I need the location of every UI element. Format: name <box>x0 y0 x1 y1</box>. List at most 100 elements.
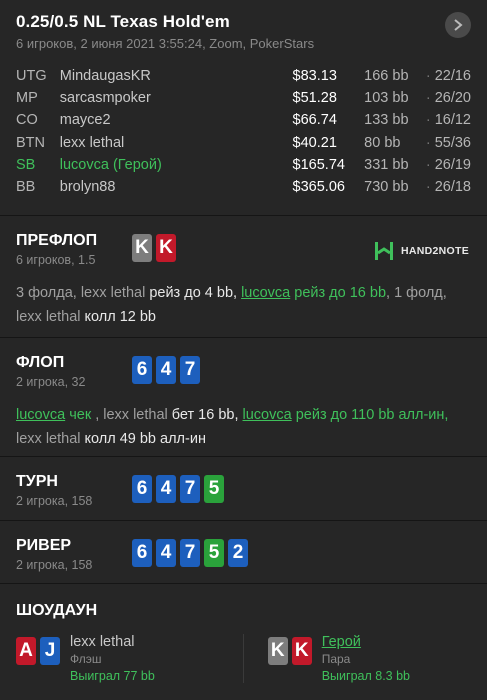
player-stats: 55/36 <box>434 134 471 151</box>
player-stack-bb: 166 bb <box>364 68 409 85</box>
card-club: 5 <box>204 475 224 503</box>
player-position: BB <box>16 179 36 196</box>
street-title: ПРЕФЛОП <box>16 232 98 249</box>
showdown-result: Выиграл 8.3 bb <box>321 669 410 683</box>
player-position: MP <box>16 90 38 107</box>
separator-dot: · <box>425 134 431 151</box>
card-diamond: 4 <box>156 356 176 384</box>
showdown-hero-hand: K K Герой Пара Выиграл 8.3 bb <box>242 634 471 683</box>
player-stack-bb: 331 bb <box>364 156 409 173</box>
player-row: BB brolyn88 $365.06 730 bb · 26/18 <box>16 176 471 198</box>
player-stack: $365.06 <box>292 179 345 196</box>
action-player-hero[interactable]: lucovca <box>16 407 65 423</box>
action-text: , 1 фолд, <box>386 285 447 301</box>
action-player[interactable]: lexx lethal <box>103 407 167 423</box>
player-row: CO mayce2 $66.74 133 bb · 16/12 <box>16 109 471 131</box>
hand2note-logo: HAND2NOTE <box>373 240 469 262</box>
hand2note-logo-text: HAND2NOTE <box>400 245 469 257</box>
chevron-right-icon <box>454 19 463 31</box>
card-heart: K <box>291 637 312 665</box>
player-name[interactable]: lexx lethal <box>60 135 293 151</box>
card-spade: K <box>267 637 288 665</box>
player-stats: 26/20 <box>434 90 471 107</box>
action-text-hero: рейз до 16 bb <box>290 285 387 301</box>
showdown-villain-hand: A J lexx lethal Флэш Выиграл 77 bb <box>16 634 243 683</box>
card-diamond: 6 <box>132 539 152 567</box>
players-table: UTG MindaugasKR $83.13 166 bb · 22/16 MP… <box>16 65 471 198</box>
action-text-hero: чек <box>65 407 92 423</box>
player-row: UTG MindaugasKR $83.13 166 bb · 22/16 <box>16 65 471 87</box>
hand2note-logo-icon <box>374 242 393 260</box>
street-subtitle: 6 игроков, 1.5 <box>16 253 96 267</box>
next-hand-button[interactable] <box>445 12 471 38</box>
player-position: BTN <box>16 134 45 151</box>
player-position: SB <box>16 156 36 173</box>
action-text: колл 12 bb <box>80 309 157 325</box>
board-cards: 6 4 7 5 <box>132 475 224 503</box>
action-text: 3 фолда, <box>16 285 81 301</box>
flop-actions: lucovca чек , lexx lethal бет 16 bb, luc… <box>16 403 471 451</box>
card-diamond: 4 <box>156 539 176 567</box>
street-subtitle: 2 игрока, 32 <box>16 375 86 389</box>
card-heart: A <box>16 637 36 665</box>
card-diamond: 4 <box>156 475 176 503</box>
showdown-hand-desc: Флэш <box>70 652 102 666</box>
player-name[interactable]: sarcasmpoker <box>60 90 293 106</box>
separator-dot: · <box>425 68 431 85</box>
card-diamond: 6 <box>132 475 152 503</box>
action-player[interactable]: lexx lethal <box>16 431 80 447</box>
card-spade: K <box>132 234 152 262</box>
card-diamond: 7 <box>180 539 200 567</box>
separator-dot: · <box>425 112 431 129</box>
player-stack: $66.74 <box>292 112 337 129</box>
player-position: UTG <box>16 68 47 85</box>
player-stats: 22/16 <box>434 68 471 85</box>
player-name[interactable]: lucovca (Герой) <box>60 157 293 173</box>
card-diamond: 7 <box>180 356 200 384</box>
player-stack-bb: 103 bb <box>364 90 409 107</box>
hole-cards: K K <box>132 234 176 262</box>
separator-dot: · <box>425 179 431 196</box>
street-title: ФЛОП <box>16 354 65 371</box>
action-player[interactable]: lexx lethal <box>16 309 80 325</box>
street-title: ТУРН <box>16 473 58 490</box>
action-text: , <box>91 407 104 423</box>
river-section: РИВЕР 2 игрока, 158 6 4 7 5 2 <box>0 521 487 584</box>
flop-section: ФЛОП 2 игрока, 32 6 4 7 lucovca чек , le… <box>0 338 487 457</box>
card-diamond: 2 <box>228 539 248 567</box>
card-diamond: 7 <box>180 475 200 503</box>
player-stack: $83.13 <box>292 68 337 85</box>
action-player-hero[interactable]: lucovca <box>241 285 290 301</box>
separator-dot: · <box>425 156 431 173</box>
hand-header: 0.25/0.5 NL Texas Hold'em 6 игроков, 2 и… <box>0 0 487 216</box>
card-diamond: 6 <box>132 356 152 384</box>
showdown-player-name-hero[interactable]: Герой <box>322 634 410 650</box>
street-subtitle: 2 игрока, 158 <box>16 558 93 572</box>
player-stack-bb: 730 bb <box>364 179 409 196</box>
board-cards: 6 4 7 5 2 <box>132 539 248 567</box>
showdown-player-name[interactable]: lexx lethal <box>70 634 155 650</box>
preflop-actions: 3 фолда, lexx lethal рейз до 4 bb, lucov… <box>16 281 471 329</box>
board-cards: 6 4 7 <box>132 356 200 384</box>
showdown-hand-desc: Пара <box>321 652 351 666</box>
action-player-hero[interactable]: lucovca <box>243 407 292 423</box>
player-row: MP sarcasmpoker $51.28 103 bb · 26/20 <box>16 87 471 109</box>
player-name[interactable]: MindaugasKR <box>60 68 293 84</box>
player-name[interactable]: mayce2 <box>60 112 293 128</box>
street-title: РИВЕР <box>16 537 72 554</box>
player-position: CO <box>16 112 38 129</box>
action-text: колл 49 bb алл-ин <box>80 431 206 447</box>
turn-section: ТУРН 2 игрока, 158 6 4 7 5 <box>0 457 487 521</box>
street-subtitle: 2 игрока, 158 <box>16 494 93 508</box>
player-stack-bb: 80 bb <box>364 134 401 151</box>
player-stack: $51.28 <box>292 90 337 107</box>
action-text: бет 16 bb, <box>167 407 243 423</box>
showdown-title: ШОУДАУН <box>16 602 98 619</box>
player-stats: 16/12 <box>434 112 471 129</box>
player-name[interactable]: brolyn88 <box>60 179 293 195</box>
player-row-hero: SB lucovca (Герой) $165.74 331 bb · 26/1… <box>16 154 471 176</box>
player-stats: 26/18 <box>434 179 471 196</box>
showdown-result: Выиграл 77 bb <box>70 669 155 683</box>
action-player[interactable]: lexx lethal <box>81 285 145 301</box>
hand-subtitle: 6 игроков, 2 июня 2021 3:55:24, Zoom, Po… <box>16 36 315 51</box>
